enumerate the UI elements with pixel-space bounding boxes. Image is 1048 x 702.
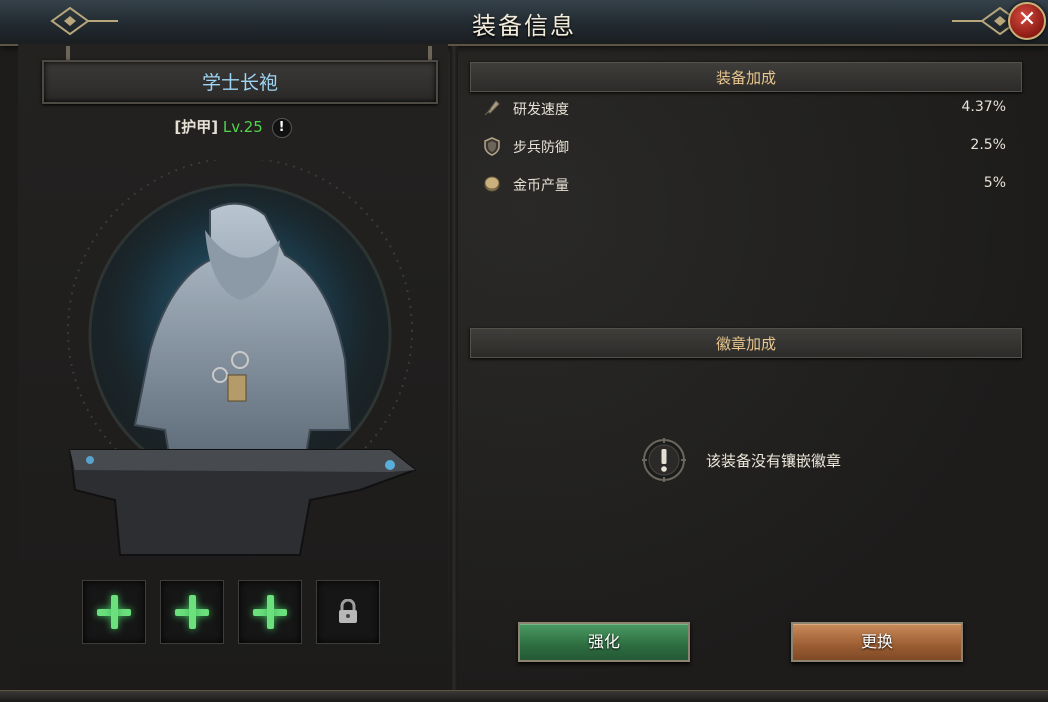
enhance-button[interactable]: 强化	[518, 622, 690, 662]
item-level: Lv.25	[222, 118, 263, 136]
stat-row: 金币产量 5%	[480, 174, 1010, 198]
lock-icon	[339, 599, 357, 623]
equipment-bonus-header: 装备加成	[470, 62, 1022, 92]
socket-slot-locked[interactable]	[316, 580, 380, 644]
badge-bonus-title: 徽章加成	[715, 335, 776, 353]
plus-icon-stroke	[189, 595, 196, 629]
shield-icon	[484, 137, 500, 156]
plus-icon-stroke	[111, 595, 118, 629]
research-quill-icon	[484, 100, 500, 116]
stat-row: 研发速度 4.37%	[480, 98, 1010, 122]
scholar-robe-image	[67, 160, 418, 556]
item-name: 学士长袍	[201, 72, 278, 94]
no-badge-notice: 该装备没有镶嵌徽章	[640, 436, 900, 484]
replace-button[interactable]: 更换	[791, 622, 963, 662]
coin-icon	[484, 176, 500, 192]
plate-hook	[66, 46, 70, 60]
socket-slot-1[interactable]	[82, 580, 146, 644]
stat-label: 研发速度	[513, 102, 569, 118]
info-icon[interactable]: !	[271, 117, 292, 138]
title-bar: 装备信息 ✕	[0, 0, 1048, 46]
badge-bonus-header: 徽章加成	[470, 328, 1022, 358]
no-badge-text: 该装备没有镶嵌徽章	[706, 452, 842, 470]
socket-slot-3[interactable]	[238, 580, 302, 644]
close-button[interactable]: ✕	[1008, 2, 1046, 40]
window-title: 装备信息	[472, 12, 576, 40]
plate-hook	[428, 46, 432, 60]
warning-icon	[642, 438, 686, 482]
stat-label: 金币产量	[513, 178, 569, 194]
socket-slot-2[interactable]	[160, 580, 224, 644]
item-type-line: [护甲] Lv.25 !	[0, 116, 466, 138]
equipment-bonus-title: 装备加成	[715, 69, 776, 87]
panel-divider	[450, 46, 458, 690]
stat-value: 5%	[983, 175, 1006, 191]
stat-row: 步兵防御 2.5%	[480, 136, 1010, 160]
plus-icon-stroke	[267, 595, 274, 629]
stat-label: 步兵防御	[513, 140, 569, 156]
item-name-plate: 学士长袍	[42, 60, 438, 104]
stat-value: 2.5%	[970, 137, 1006, 153]
bottom-border	[0, 690, 1048, 702]
stat-value: 4.37%	[961, 99, 1006, 115]
item-type: [护甲]	[174, 118, 219, 136]
